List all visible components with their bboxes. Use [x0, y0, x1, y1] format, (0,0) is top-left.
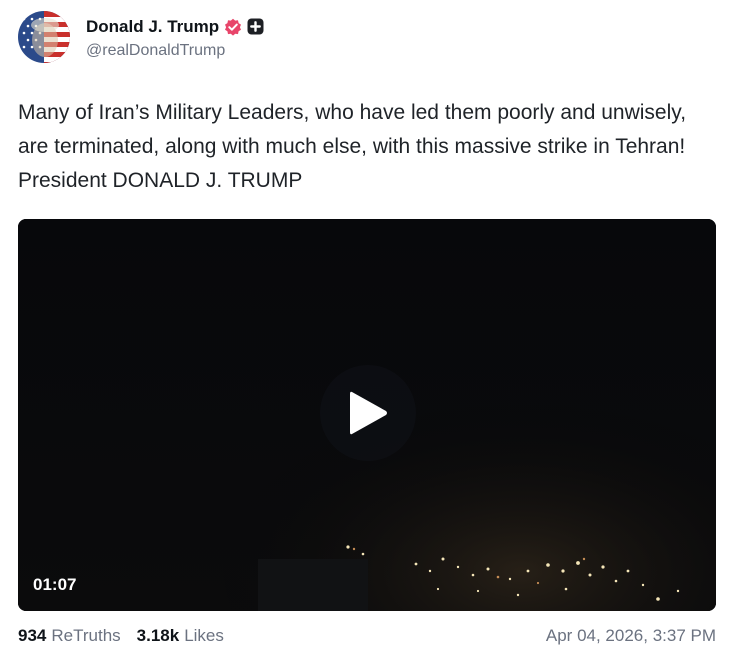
author-handle[interactable]: @realDonaldTrump — [86, 42, 264, 60]
author-display-name[interactable]: Donald J. Trump — [86, 17, 219, 37]
author-names: Donald J. Trump @realDonaldTrump — [86, 15, 264, 60]
post-header: Donald J. Trump @realDonaldTrump — [18, 10, 264, 64]
likes-count: 3.18k — [136, 626, 180, 645]
post-timestamp[interactable]: Apr 04, 2026, 3:37 PM — [546, 626, 716, 646]
retruths-stat[interactable]: 934 ReTruths — [18, 626, 121, 646]
name-row: Donald J. Trump — [86, 15, 264, 39]
post-text: Many of Iran’s Military Leaders, who hav… — [18, 101, 687, 192]
likes-label: Likes — [184, 626, 224, 645]
post-footer: 934 ReTruths 3.18k Likes Apr 04, 2026, 3… — [18, 624, 716, 648]
video-duration: 01:07 — [33, 575, 77, 594]
verified-badge-icon — [224, 18, 242, 36]
likes-stat[interactable]: 3.18k Likes — [137, 626, 224, 646]
play-button[interactable] — [320, 365, 416, 461]
retruths-label: ReTruths — [51, 626, 121, 645]
retruths-count: 934 — [18, 626, 47, 645]
video-player[interactable]: 01:07 — [18, 219, 716, 611]
play-icon — [350, 391, 387, 435]
plus-badge-icon — [247, 18, 264, 35]
avatar[interactable] — [18, 11, 70, 63]
